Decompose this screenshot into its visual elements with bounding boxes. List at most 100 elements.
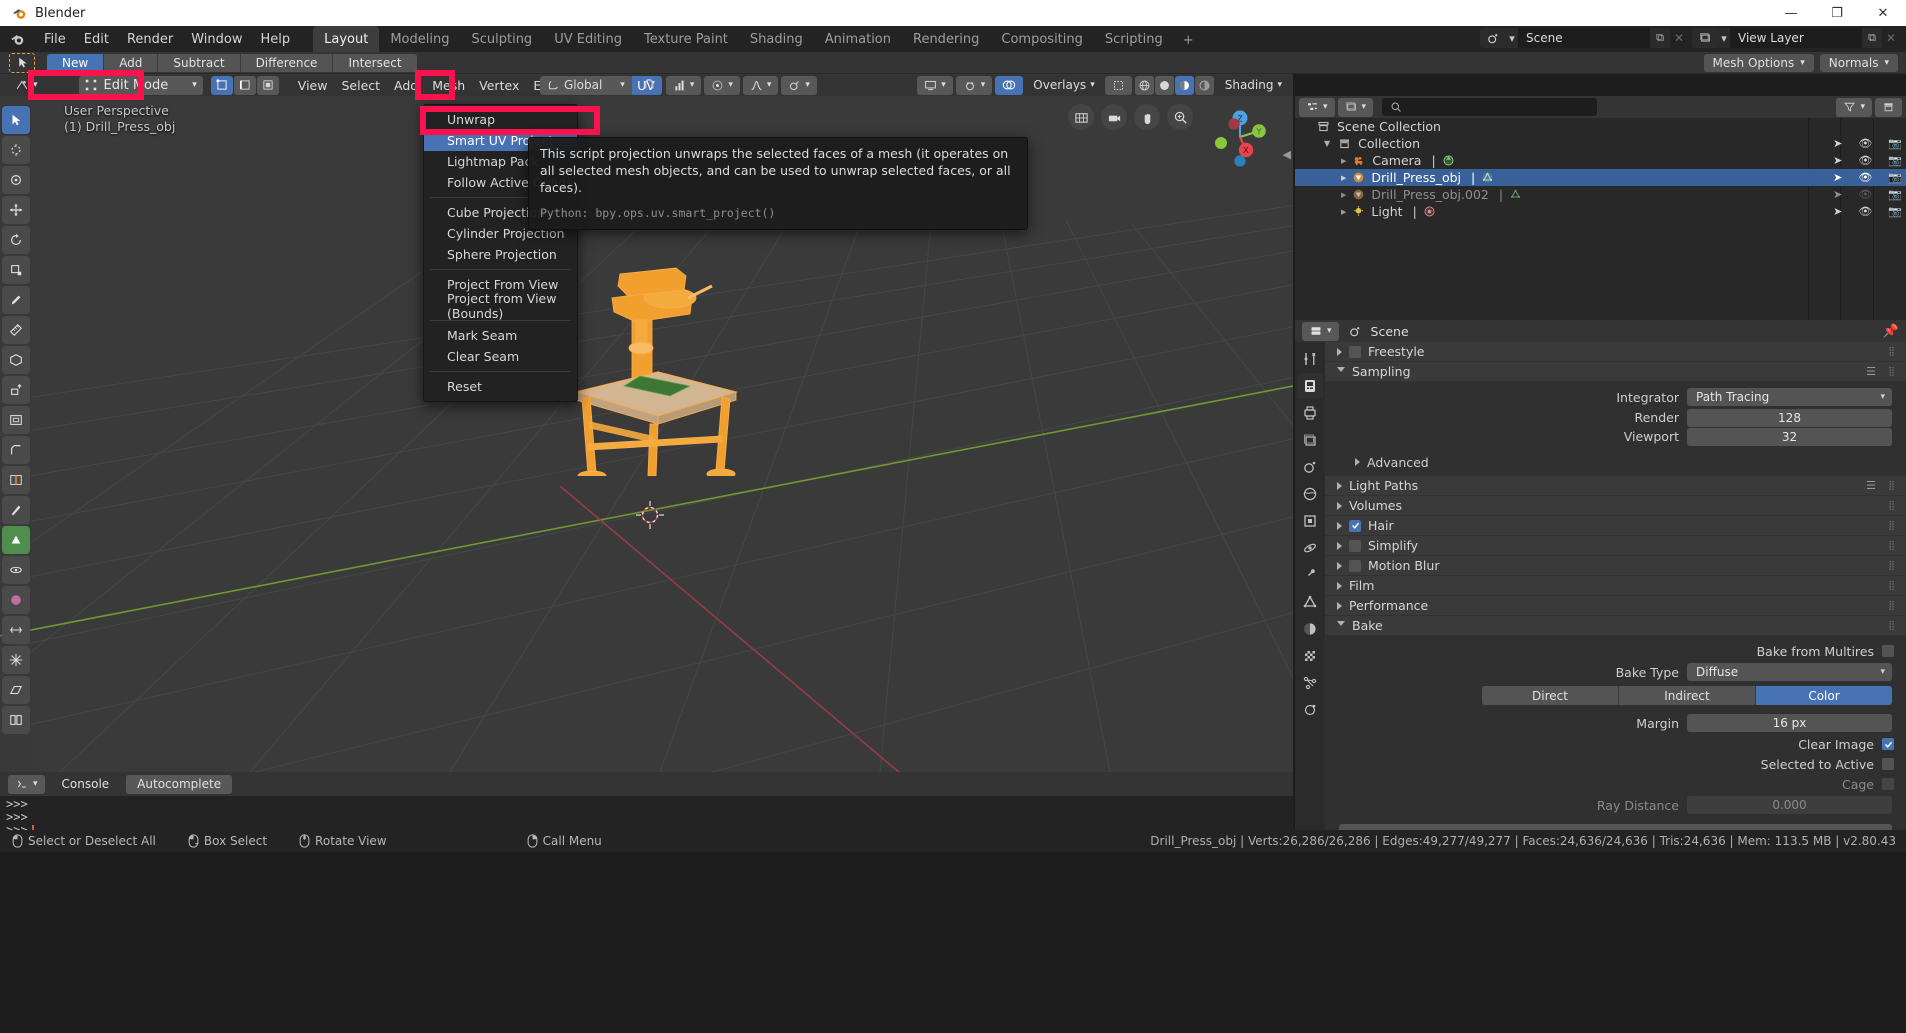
tab-object[interactable] [1297,508,1323,534]
outliner-row-light[interactable]: ▶ Light | ➤ 👁 📷 [1295,203,1906,220]
mesh-edit-mode-options-dropdown[interactable]: ▾ [781,75,817,95]
outliner-filter-button[interactable]: ▾ [1836,97,1872,117]
shading-rendered-button[interactable] [1194,75,1214,95]
tab-physics[interactable] [1297,535,1323,561]
panel-preset-list-icon[interactable]: ☰ [1866,479,1876,492]
tool-tweak-icon[interactable] [2,106,30,134]
viewport-menu-add[interactable]: Add [387,76,425,95]
motion-blur-checkbox[interactable] [1349,559,1361,572]
camera-render-icon[interactable]: 📷 [1888,188,1902,201]
overlays-toggle-button[interactable] [995,75,1024,95]
panel-volumes[interactable]: Volumes ⣿ [1325,496,1906,516]
bake-contribution-indirect[interactable]: Indirect [1619,686,1756,705]
scene-dropdown-chevron-icon[interactable]: ▾ [1506,28,1518,48]
tool-inset-icon[interactable] [2,406,30,434]
panel-drag-handle-icon[interactable]: ⣿ [1888,367,1896,377]
eye-hidden-icon[interactable]: 👁 [1858,188,1872,201]
view-layer-name-field[interactable]: View Layer [1730,28,1862,48]
transform-orientation-selector[interactable]: Global ▾ [540,75,632,95]
properties-editor-type-selector[interactable]: ▾ [1302,321,1339,341]
uv-menu-item-clear-seam[interactable]: Clear Seam [424,346,577,367]
freestyle-checkbox[interactable] [1349,345,1361,358]
new-view-layer-button[interactable]: ⧉ [1862,28,1882,48]
menu-help[interactable]: Help [252,29,300,50]
viewport-samples-field[interactable]: 32 [1687,427,1892,446]
uv-menu-item-project-from-view-bounds[interactable]: Project from View (Bounds) [424,291,577,321]
outliner-row-camera[interactable]: ▶ Camera | ➤ 👁 📷 [1295,152,1906,169]
disclosure-triangle-right-icon[interactable] [1337,561,1342,570]
disclosure-triangle-right-icon[interactable] [1337,501,1342,510]
tab-world[interactable] [1297,481,1323,507]
pin-icon[interactable]: 📌 [1883,324,1899,339]
hair-checkbox[interactable] [1349,519,1361,532]
tool-spin-icon[interactable] [2,556,30,584]
disclosure-triangle-right-icon[interactable] [1355,458,1360,466]
panel-bake[interactable]: Bake ⣿ [1325,616,1906,636]
integrator-select[interactable]: Path Tracing ▾ [1687,388,1892,406]
bake-from-multires-checkbox[interactable] [1882,645,1894,657]
object-type-visibility-dropdown[interactable]: ▾ [917,75,953,95]
minimize-button[interactable]: — [1768,0,1814,26]
outliner-row-collection[interactable]: ▼ Collection ➤ 👁 📷 [1295,135,1906,152]
view-layer-dropdown-chevron-icon[interactable]: ▾ [1718,28,1730,48]
xray-toggle-button[interactable] [1104,75,1132,95]
blender-menu-icon[interactable] [10,32,25,47]
workspace-tab-uv-editing[interactable]: UV Editing [543,26,633,52]
tool-loop-cut-icon[interactable] [2,466,30,494]
editor-type-selector[interactable]: ▾ [8,76,45,95]
tab-scene[interactable] [1297,454,1323,480]
outliner-display-mode-selector[interactable]: ▾ [1337,97,1374,117]
selectable-cursor-icon[interactable]: ➤ [1833,171,1842,184]
face-select-mode-button[interactable] [256,75,279,95]
console-output[interactable]: >>> >>> >>> [0,796,1293,837]
simplify-checkbox[interactable] [1349,539,1361,552]
panel-simplify[interactable]: Simplify ⣿ [1325,536,1906,556]
panel-drag-handle-icon[interactable]: ⣿ [1888,347,1896,357]
tool-bevel-icon[interactable] [2,436,30,464]
clear-image-checkbox[interactable] [1882,738,1894,750]
outliner-new-collection-button[interactable] [1875,97,1902,117]
camera-view-icon[interactable] [1101,104,1127,130]
boolean-mode-intersect[interactable]: Intersect [333,53,417,72]
console-menu-console[interactable]: Console [51,775,121,794]
new-scene-button[interactable]: ⧉ [1650,28,1670,48]
tool-smooth-icon[interactable] [2,586,30,614]
pan-hand-icon[interactable] [1134,104,1160,130]
selectable-cursor-icon[interactable]: ➤ [1833,205,1842,218]
snap-magnet-button[interactable] [635,76,663,95]
panel-drag-handle-icon[interactable]: ⣿ [1888,501,1896,511]
tool-annotate-icon[interactable] [2,286,30,314]
panel-drag-handle-icon[interactable]: ⣿ [1888,561,1896,571]
tool-extrude-icon[interactable] [2,376,30,404]
panel-motion-blur[interactable]: Motion Blur ⣿ [1325,556,1906,576]
outliner-editor-type-selector[interactable]: ▾ [1299,97,1335,117]
view-axis-gizmo[interactable]: Z Y X [1209,106,1271,168]
scene-name-field[interactable]: Scene [1518,28,1650,48]
disclosure-triangle-right-icon[interactable]: ▶ [1341,191,1346,199]
panel-drag-handle-icon[interactable]: ⣿ [1888,521,1896,531]
shading-dropdown[interactable]: Shading ▾ [1218,76,1289,95]
tool-poly-build-icon[interactable] [2,526,30,554]
close-button[interactable]: ✕ [1860,0,1906,26]
disclosure-triangle-right-icon[interactable] [1337,541,1342,550]
viewport-menu-select[interactable]: Select [334,76,387,95]
menu-window[interactable]: Window [182,29,251,50]
tab-modifiers[interactable] [1297,562,1323,588]
menu-render[interactable]: Render [118,29,182,50]
camera-render-icon[interactable]: 📷 [1888,171,1902,184]
panel-drag-handle-icon[interactable]: ⣿ [1888,621,1896,631]
tool-rotate2-icon[interactable] [2,226,30,254]
panel-performance[interactable]: Performance ⣿ [1325,596,1906,616]
tool-cursor-icon[interactable] [2,136,30,164]
panel-light-paths[interactable]: Light Paths ☰ ⣿ [1325,476,1906,496]
disclosure-triangle-right-icon[interactable] [1337,581,1342,590]
selectable-cursor-icon[interactable]: ➤ [1833,188,1842,201]
outliner-editor[interactable]: ▾ ▾ ▾ Scene Collection ▼ Collection ➤ 👁 … [1295,96,1906,320]
viewport-menu-view[interactable]: View [291,76,335,95]
panel-freestyle[interactable]: Freestyle ⣿ [1325,342,1906,362]
tab-particles[interactable] [1297,670,1323,696]
workspace-tab-compositing[interactable]: Compositing [990,26,1094,52]
disclosure-triangle-right-icon[interactable] [1337,481,1342,490]
bake-type-select[interactable]: Diffuse ▾ [1687,663,1892,681]
tool-rip-region-icon[interactable] [2,706,30,734]
